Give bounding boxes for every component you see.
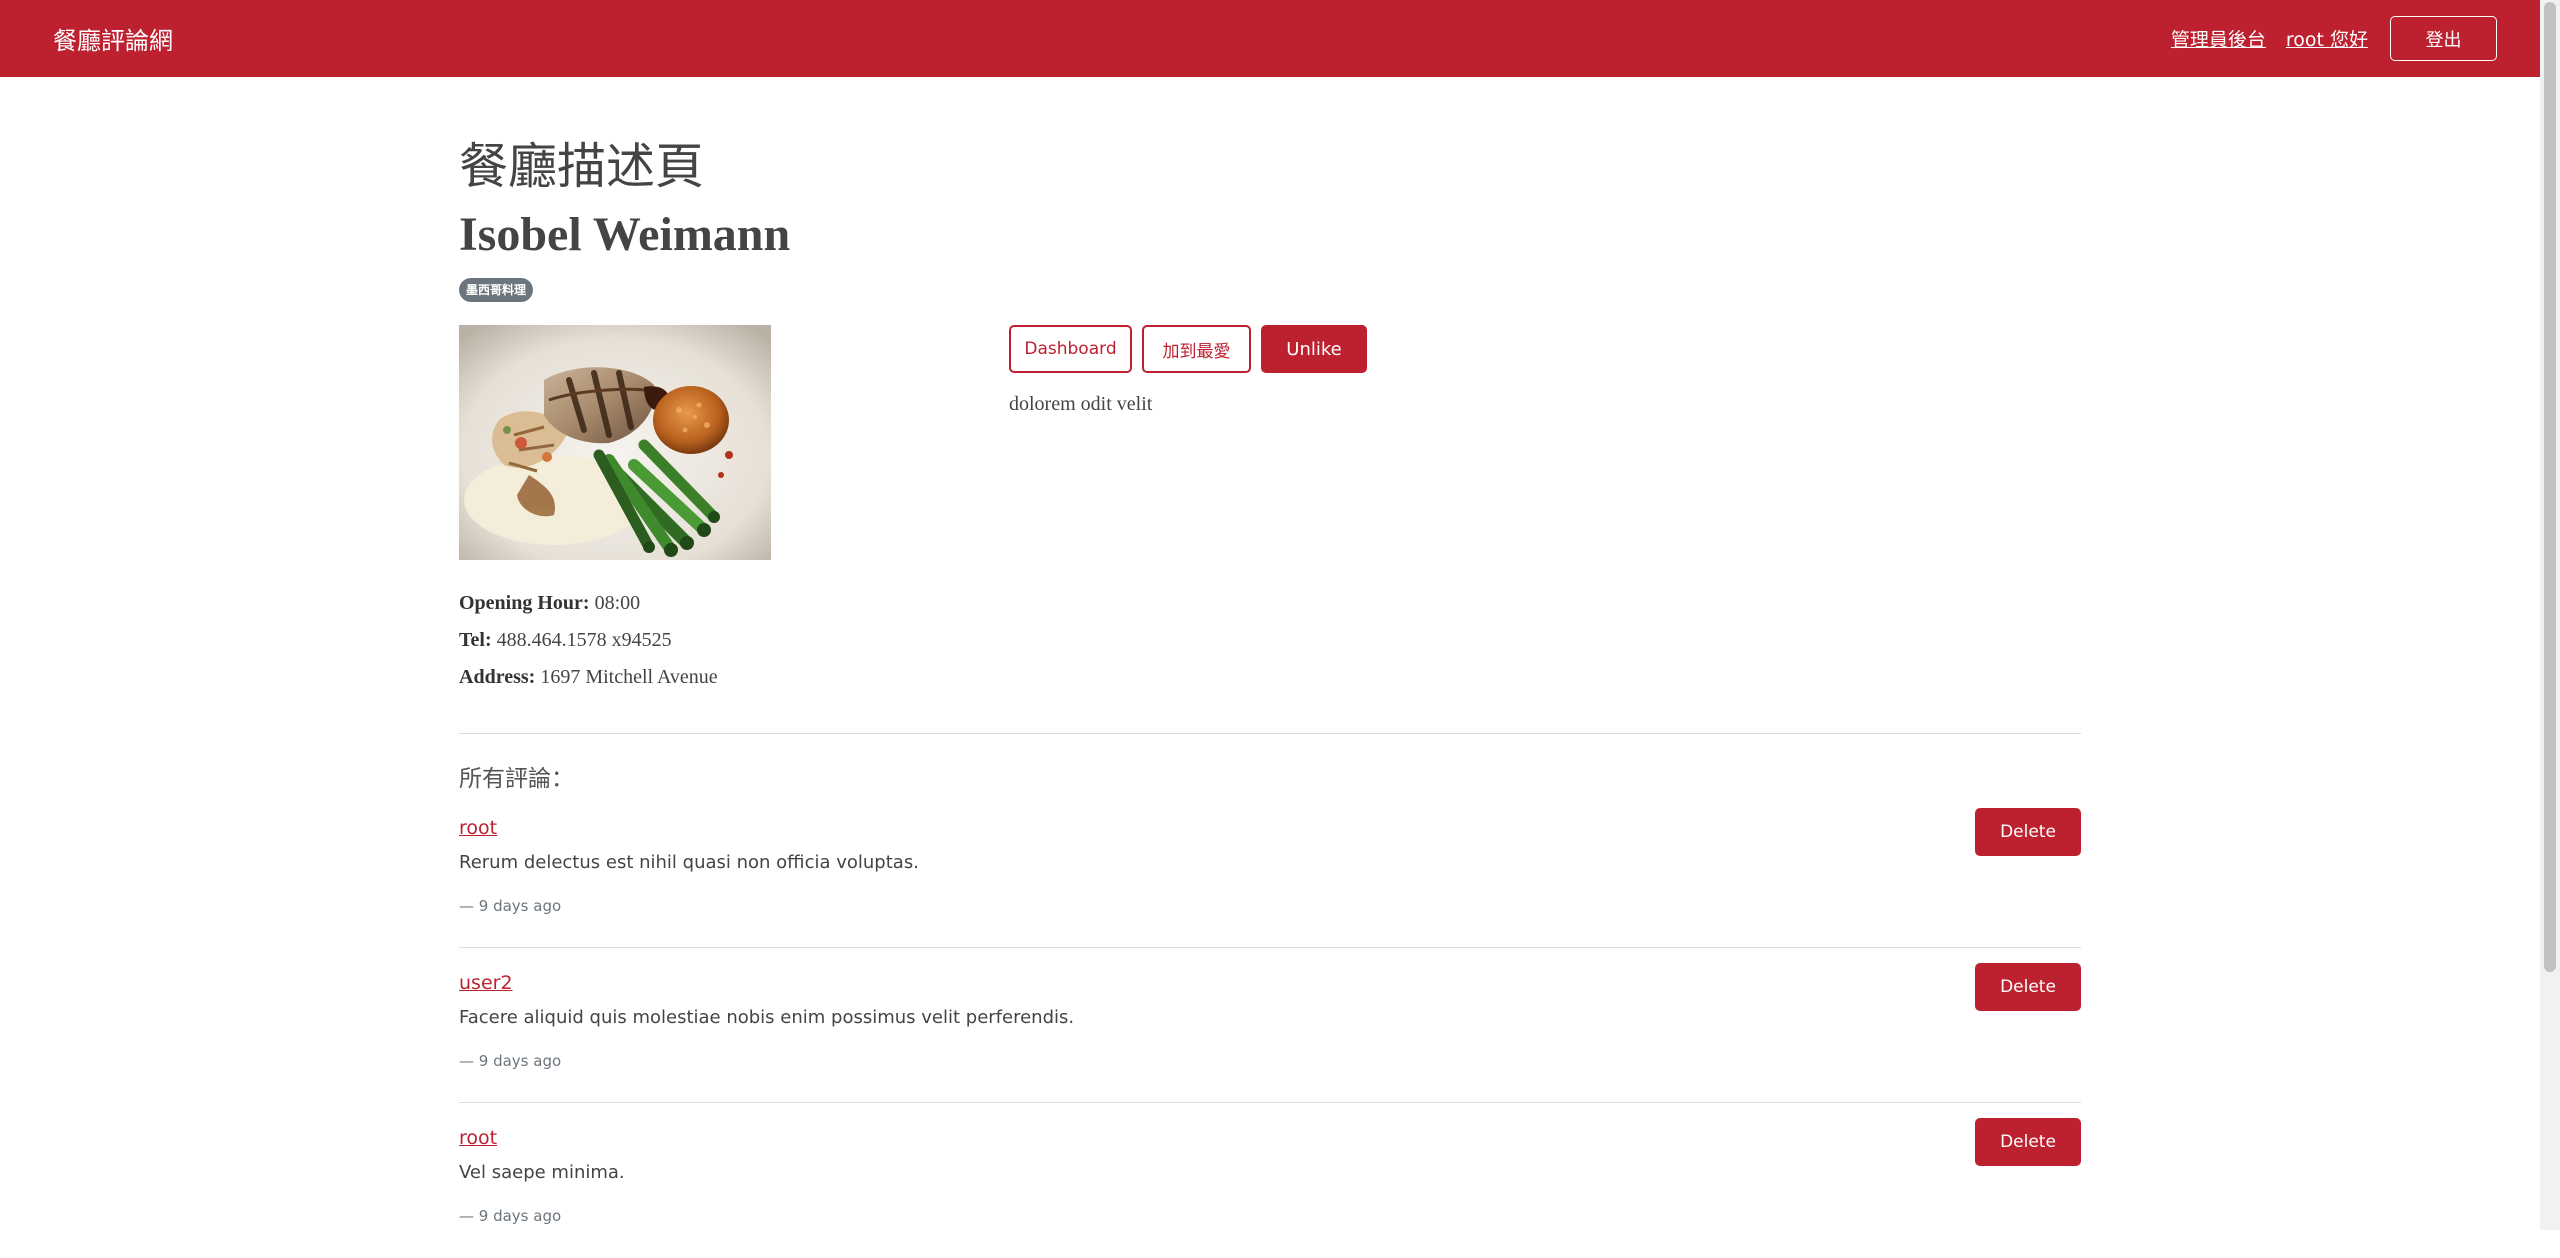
opening-hour: Opening Hour: 08:00 [459,592,640,615]
comment-text: Facere aliquid quis molestiae nobis enim… [459,1007,1075,1028]
add-favorite-button[interactable]: 加到最愛 [1142,325,1251,373]
logout-button[interactable]: 登出 [2390,16,2497,61]
restaurant-photo [459,325,771,560]
address-value: 1697 Mitchell Avenue [540,666,718,688]
navbar-right: 管理員後台 root 您好 登出 [2171,16,2497,61]
comment-author-link[interactable]: root [459,1127,497,1149]
dashboard-button[interactable]: Dashboard [1009,325,1132,373]
top-navbar: 餐廳評論網 管理員後台 root 您好 登出 [0,0,2540,77]
restaurant-description: dolorem odit velit [1009,393,1153,415]
admin-link[interactable]: 管理員後台 [2171,25,2266,52]
comment-author-link[interactable]: root [459,817,497,839]
restaurant-name: Isobel Weimann [459,208,791,261]
delete-comment-button[interactable]: Delete [1975,1118,2081,1166]
comments-heading: 所有評論： [459,766,574,792]
comment-timestamp: — 9 days ago [459,1052,562,1070]
section-divider [459,733,2081,734]
unlike-button[interactable]: Unlike [1261,325,1367,373]
user-greeting-link[interactable]: root 您好 [2286,25,2368,52]
category-badge: 墨西哥料理 [459,278,534,302]
plated-steak-asparagus-photo [459,325,771,560]
address-label: Address: [459,666,536,688]
comment-text: Vel saepe minima. [459,1162,625,1183]
comment-item: root Rerum delectus est nihil quasi non … [459,793,2081,948]
tel-label: Tel: [459,629,492,651]
comment-author-link[interactable]: user2 [459,972,513,994]
restaurant-actions: Dashboard 加到最愛 Unlike [1009,325,1367,373]
opening-hour-value: 08:00 [594,592,641,614]
comment-item: user2 Facere aliquid quis molestiae nobi… [459,948,2081,1103]
page-title: 餐廳描述頁 [459,138,705,195]
comment-item: root Vel saepe minima. — 9 days ago Dele… [459,1103,2081,1258]
page-scrollbar[interactable] [2540,0,2560,1230]
comment-timestamp: — 9 days ago [459,1207,562,1225]
delete-comment-button[interactable]: Delete [1975,808,2081,856]
address: Address: 1697 Mitchell Avenue [459,666,718,689]
scrollbar-thumb[interactable] [2544,2,2556,972]
comment-text: Rerum delectus est nihil quasi non offic… [459,852,919,873]
comment-timestamp: — 9 days ago [459,897,562,915]
tel-value: 488.464.1578 x94525 [496,629,672,651]
delete-comment-button[interactable]: Delete [1975,963,2081,1011]
opening-hour-label: Opening Hour: [459,592,590,614]
brand-link[interactable]: 餐廳評論網 [53,21,173,56]
telephone: Tel: 488.464.1578 x94525 [459,629,672,652]
